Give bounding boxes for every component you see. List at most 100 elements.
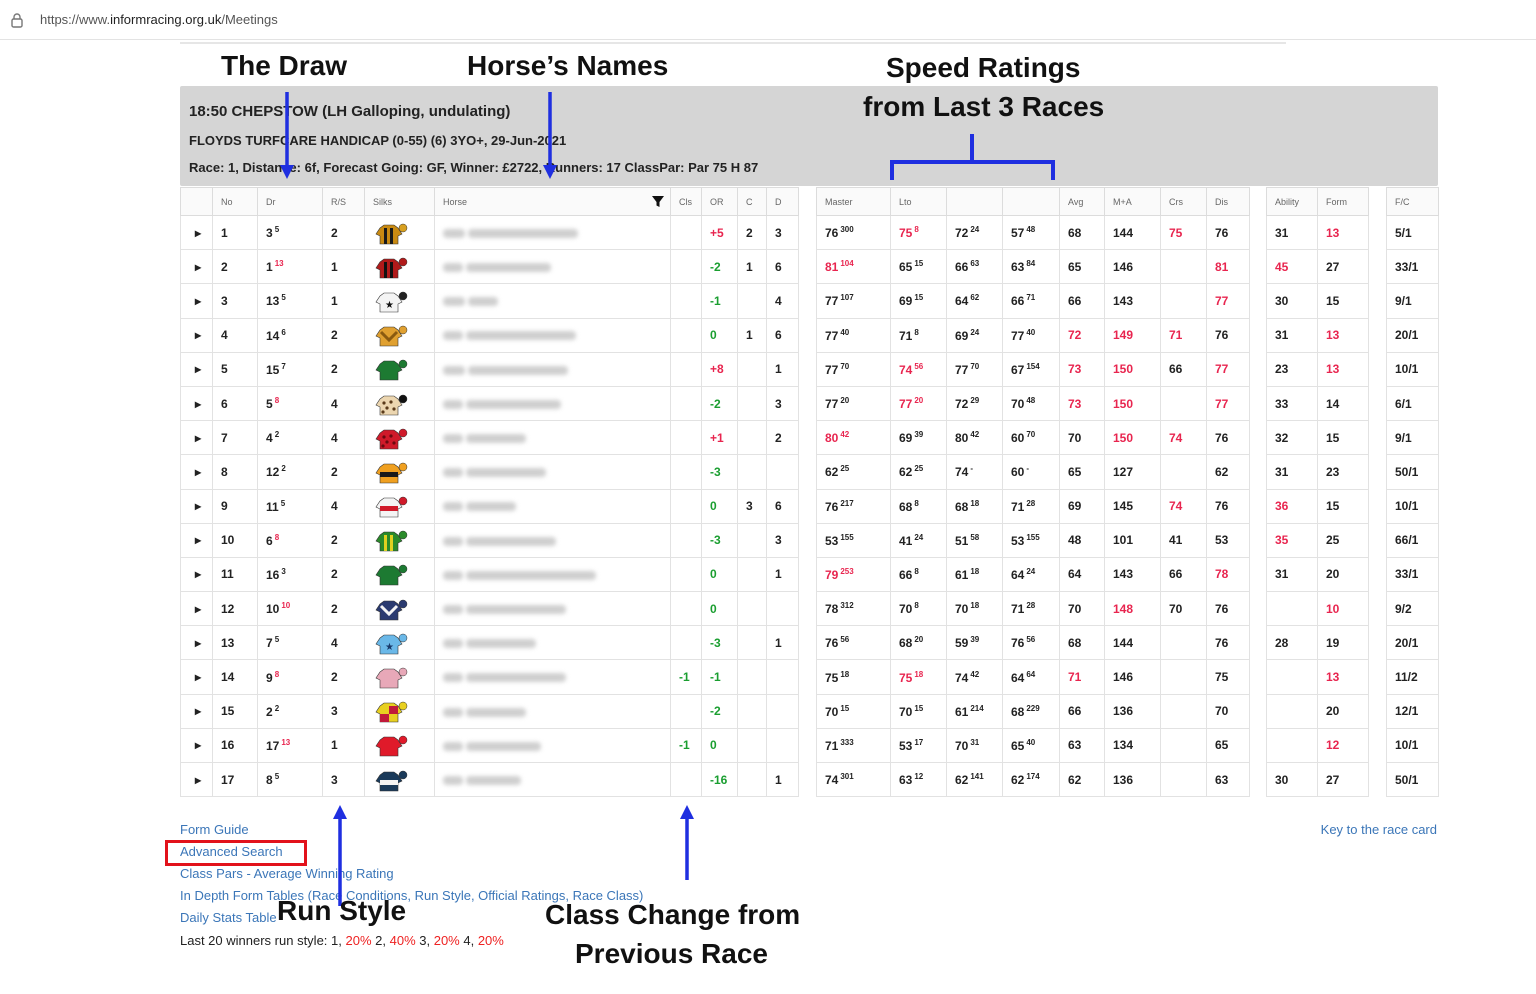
- table-row[interactable]: ▸ 5 15 7 2 +8 1: [180, 351, 799, 387]
- table-row[interactable]: 53 155 41 24 51 58 53 155 48 101 41 53: [816, 522, 1250, 558]
- table-row[interactable]: ▸ 17 8 5 3 -16 1: [180, 761, 799, 798]
- horse-name-blurred[interactable]: [434, 522, 671, 558]
- table-row[interactable]: 10: [1266, 591, 1369, 627]
- table-row[interactable]: 23 13: [1266, 351, 1369, 387]
- main-header-9[interactable]: D: [766, 187, 799, 216]
- expand-row-icon[interactable]: ▸: [180, 727, 213, 764]
- table-row[interactable]: ▸ 4 14 6 2 016: [180, 317, 799, 353]
- table-row[interactable]: 31 13: [1266, 317, 1369, 353]
- horse-name-blurred[interactable]: [434, 693, 671, 729]
- class-pars-link[interactable]: Class Pars - Average Winning Rating: [180, 866, 394, 881]
- table-row[interactable]: 76 300 75 8 72 24 57 48 68 144 75 76: [816, 214, 1250, 251]
- horse-name-blurred[interactable]: [434, 454, 671, 490]
- filter-icon[interactable]: [652, 196, 664, 208]
- expand-row-icon[interactable]: ▸: [180, 454, 213, 490]
- table-row[interactable]: 79 253 66 8 61 18 64 24 64 143 66 78: [816, 556, 1250, 593]
- expand-row-icon[interactable]: ▸: [180, 317, 213, 353]
- expand-row-icon[interactable]: ▸: [180, 488, 213, 524]
- expand-row-icon[interactable]: ▸: [180, 214, 213, 251]
- table-row[interactable]: 20: [1266, 693, 1369, 729]
- table-row[interactable]: 13: [1266, 659, 1369, 695]
- horse-name-blurred[interactable]: [434, 351, 671, 387]
- daily-stats-link[interactable]: Daily Stats Table: [180, 910, 277, 925]
- table-row[interactable]: 78 312 70 8 70 18 71 28 70 148 70 76: [816, 591, 1250, 627]
- table-row[interactable]: 30 27: [1266, 761, 1369, 798]
- horse-name-blurred[interactable]: [434, 727, 671, 764]
- table-row[interactable]: 77 40 71 8 69 24 77 40 72 149 71 76: [816, 317, 1250, 353]
- main-header-2[interactable]: Dr: [257, 187, 323, 216]
- table-row[interactable]: 31 23: [1266, 454, 1369, 490]
- speed-header-1[interactable]: Lto: [890, 187, 947, 216]
- table-row[interactable]: 6/1: [1386, 385, 1439, 422]
- table-row[interactable]: 33/1: [1386, 556, 1439, 593]
- table-row[interactable]: 77 70 74 56 77 70 67 154 73 150 66 77: [816, 351, 1250, 387]
- table-row[interactable]: ▸ 14 9 8 2 -1 -1: [180, 659, 799, 695]
- main-header-5[interactable]: Horse: [434, 187, 671, 216]
- key-to-race-card-link[interactable]: Key to the race card: [1321, 822, 1437, 837]
- speed-header-2[interactable]: [946, 187, 1003, 216]
- horse-name-blurred[interactable]: [434, 761, 671, 798]
- horse-name-blurred[interactable]: [434, 591, 671, 627]
- table-row[interactable]: 32 15: [1266, 420, 1369, 456]
- table-row[interactable]: 28 19: [1266, 625, 1369, 661]
- table-row[interactable]: 10/1: [1386, 727, 1439, 764]
- table-row[interactable]: ▸ 16 17 13 1 -1 0: [180, 727, 799, 764]
- url-text[interactable]: https://www.informracing.org.uk/Meetings: [40, 12, 278, 27]
- expand-row-icon[interactable]: ▸: [180, 283, 213, 319]
- horse-name-blurred[interactable]: [434, 317, 671, 353]
- table-row[interactable]: 36 15: [1266, 488, 1369, 524]
- speed-header-7[interactable]: Dis: [1206, 187, 1250, 216]
- browser-address-bar[interactable]: https://www.informracing.org.uk/Meetings: [0, 0, 1536, 40]
- table-row[interactable]: 5/1: [1386, 214, 1439, 251]
- expand-row-icon[interactable]: ▸: [180, 693, 213, 729]
- table-row[interactable]: ▸ 15 2 2 3 -2: [180, 693, 799, 729]
- table-row[interactable]: 80 42 69 39 80 42 60 70 70 150 74 76: [816, 420, 1250, 456]
- form-guide-link[interactable]: Form Guide: [180, 822, 249, 837]
- table-row[interactable]: 31 13: [1266, 214, 1369, 251]
- table-row[interactable]: 76 56 68 20 59 39 76 56 68 144 76: [816, 625, 1250, 661]
- speed-header-3[interactable]: [1002, 187, 1060, 216]
- expand-row-icon[interactable]: ▸: [180, 591, 213, 627]
- table-row[interactable]: ▸ 8 12 2 2 -3: [180, 454, 799, 490]
- table-row[interactable]: 77 107 69 15 64 62 66 71 66 143 77: [816, 283, 1250, 319]
- ability-header-1[interactable]: Form: [1317, 187, 1369, 216]
- table-row[interactable]: 62 25 62 25 74-60-65 127 62: [816, 454, 1250, 490]
- table-row[interactable]: ▸ 3 13 5 1 ★ -1 4: [180, 283, 799, 319]
- horse-name-blurred[interactable]: [434, 625, 671, 661]
- table-row[interactable]: 66/1: [1386, 522, 1439, 558]
- speed-header-0[interactable]: Master: [816, 187, 891, 216]
- expand-row-icon[interactable]: ▸: [180, 556, 213, 593]
- main-header-6[interactable]: Cls: [670, 187, 702, 216]
- expand-row-icon[interactable]: ▸: [180, 385, 213, 422]
- table-row[interactable]: 74 301 63 12 62 141 62 174 62 136 63: [816, 761, 1250, 798]
- speed-header-5[interactable]: M+A: [1104, 187, 1161, 216]
- table-row[interactable]: ▸ 6 5 8 4 -2 3: [180, 385, 799, 422]
- table-row[interactable]: 9/1: [1386, 283, 1439, 319]
- table-row[interactable]: ▸ 11 16 3 2 01: [180, 556, 799, 593]
- table-row[interactable]: 9/2: [1386, 591, 1439, 627]
- horse-name-blurred[interactable]: [434, 488, 671, 524]
- main-header-0[interactable]: [180, 187, 213, 216]
- main-header-8[interactable]: C: [737, 187, 767, 216]
- table-row[interactable]: 20/1: [1386, 625, 1439, 661]
- table-row[interactable]: 30 15: [1266, 283, 1369, 319]
- expand-row-icon[interactable]: ▸: [180, 420, 213, 456]
- horse-name-blurred[interactable]: [434, 214, 671, 251]
- main-header-7[interactable]: OR: [701, 187, 738, 216]
- horse-name-blurred[interactable]: [434, 249, 671, 285]
- speed-header-6[interactable]: Crs: [1160, 187, 1207, 216]
- table-row[interactable]: 31 20: [1266, 556, 1369, 593]
- table-row[interactable]: ▸ 10 6 8 2 -3 3: [180, 522, 799, 558]
- table-row[interactable]: 76 217 68 8 68 18 71 28 69 145 74 76: [816, 488, 1250, 524]
- table-row[interactable]: 35 25: [1266, 522, 1369, 558]
- table-row[interactable]: ▸ 9 11 5 4 036: [180, 488, 799, 524]
- table-row[interactable]: 75 18 75 18 74 42 64 64 71 146 75: [816, 659, 1250, 695]
- fc-header-0[interactable]: F/C: [1386, 187, 1439, 216]
- table-row[interactable]: 70 15 70 15 61 214 68 229 66 136 70: [816, 693, 1250, 729]
- table-row[interactable]: 20/1: [1386, 317, 1439, 353]
- table-row[interactable]: 12: [1266, 727, 1369, 764]
- expand-row-icon[interactable]: ▸: [180, 522, 213, 558]
- table-row[interactable]: 9/1: [1386, 420, 1439, 456]
- expand-row-icon[interactable]: ▸: [180, 249, 213, 285]
- table-row[interactable]: 71 333 53 17 70 31 65 40 63 134 65: [816, 727, 1250, 764]
